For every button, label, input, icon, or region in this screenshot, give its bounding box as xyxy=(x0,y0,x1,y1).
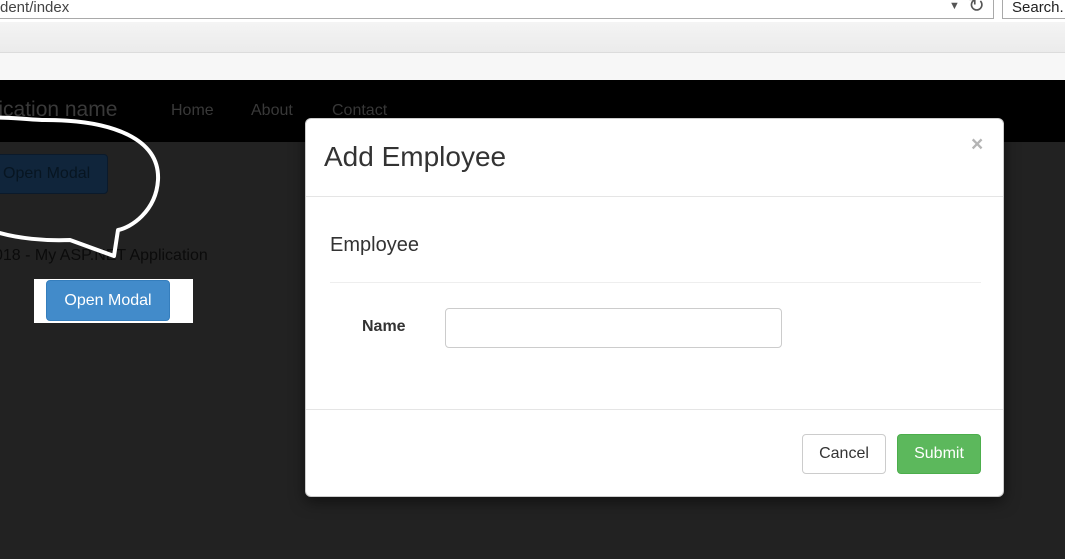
browser-search-input[interactable]: Search... xyxy=(1002,0,1065,19)
section-title: Employee xyxy=(330,234,419,256)
cancel-button[interactable]: Cancel xyxy=(802,434,886,474)
open-modal-button[interactable]: Open Modal xyxy=(46,280,170,321)
name-label: Name xyxy=(362,318,406,335)
browser-tabstrip xyxy=(0,22,1065,53)
bookmark-icon[interactable]: ◦ xyxy=(0,57,1,72)
address-bar[interactable]: dent/index ▼ ↻ xyxy=(0,0,994,19)
browser-toolbar: dent/index ▼ ↻ Search... xyxy=(0,0,1065,22)
name-input[interactable] xyxy=(445,308,782,348)
submit-button[interactable]: Submit xyxy=(897,434,981,474)
speech-bubble-annotation xyxy=(0,115,161,258)
nav-link-about[interactable]: About xyxy=(251,102,293,120)
add-employee-modal: Add Employee × Employee Name Cancel Subm… xyxy=(305,118,1004,497)
reload-icon[interactable]: ↻ xyxy=(968,0,985,18)
url-text: dent/index xyxy=(0,0,70,16)
close-icon[interactable]: × xyxy=(971,133,983,157)
bookmarks-bar: ◦ xyxy=(0,53,1065,81)
url-dropdown-icon[interactable]: ▼ xyxy=(949,0,960,12)
search-placeholder: Search... xyxy=(1012,0,1065,16)
section-divider xyxy=(330,282,981,283)
modal-header: Add Employee × xyxy=(306,119,1003,197)
modal-title: Add Employee xyxy=(324,141,507,172)
modal-footer xyxy=(306,409,1003,410)
